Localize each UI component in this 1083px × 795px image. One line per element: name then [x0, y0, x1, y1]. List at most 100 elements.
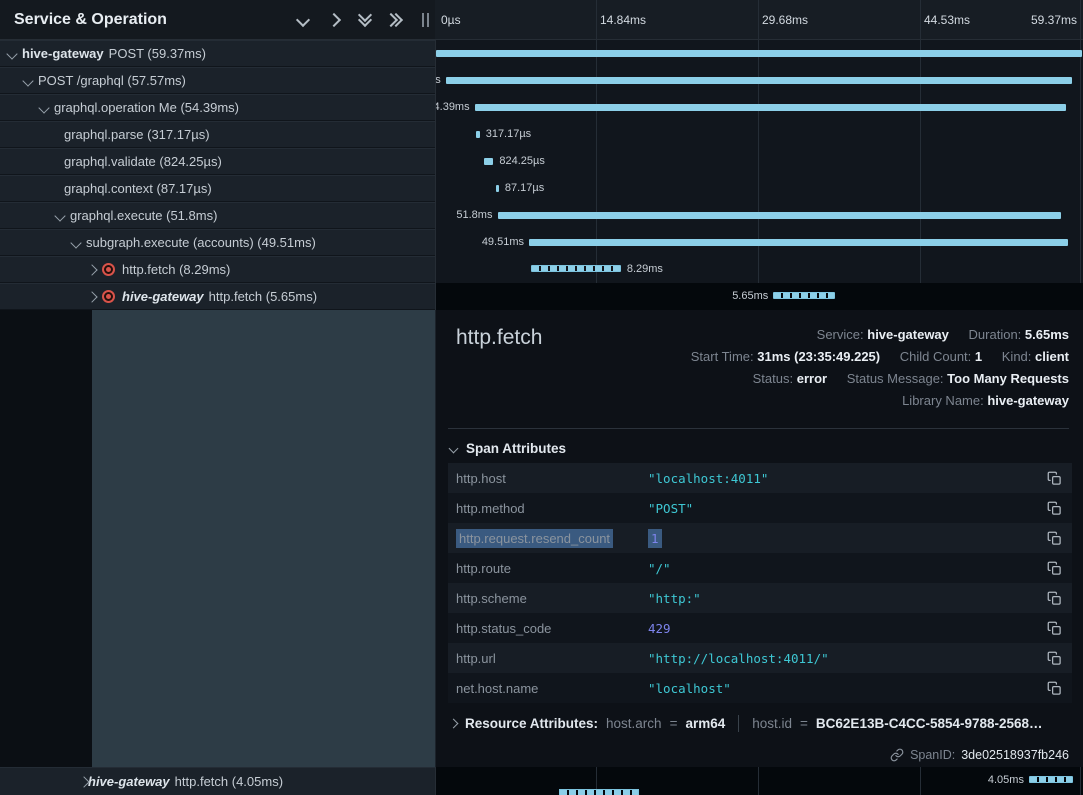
attr-value: "localhost" [648, 681, 1039, 696]
attr-key: http.route [456, 561, 648, 576]
span-id-footer: SpanID: 3de02518937fb246 [890, 748, 1069, 762]
copy-icon[interactable] [1047, 651, 1062, 666]
meta-value: 31ms (23:35:49.225) [757, 349, 880, 364]
attr-row: http.status_code 429 [448, 613, 1072, 643]
tree-row-http-fetch-5ms-selected[interactable]: hive-gateway http.fetch (5.65ms) [0, 283, 435, 310]
timeline-ruler: 0µs 14.84ms 29.68ms 44.53ms 59.37ms [435, 0, 1083, 40]
tree-toolbar [298, 13, 429, 27]
attr-key: http.host [456, 471, 648, 486]
chevron-down-icon[interactable] [54, 210, 65, 221]
tree-row-http-fetch-4ms[interactable]: hive-gateway http.fetch (4.05ms) [0, 767, 435, 795]
tree-row-post-graphql[interactable]: POST /graphql (57.57ms) [0, 67, 435, 94]
timeline-row-bottom: 4.05ms [435, 767, 1083, 795]
resource-attr-value: BC62E13B-C4CC-5854-9788-2568… [816, 716, 1043, 731]
span-bar[interactable] [436, 50, 1082, 57]
resource-attributes-row[interactable]: Resource Attributes: host.arch = arm64 h… [450, 715, 1070, 732]
chevron-right-icon[interactable] [86, 291, 97, 302]
service-name: hive-gateway [22, 46, 104, 61]
span-title: http.fetch [456, 326, 542, 350]
tree-row-graphql-operation[interactable]: graphql.operation Me (54.39ms) [0, 94, 435, 121]
collapse-one-icon[interactable] [296, 12, 310, 26]
gridline [920, 767, 921, 795]
duration-label: 824.25µs [499, 155, 544, 167]
operation-name: POST (59.37ms) [109, 46, 206, 61]
span-attributes-header[interactable]: Span Attributes [450, 441, 566, 456]
tree-row-hive-gateway-post[interactable]: hive-gateway POST (59.37ms) [0, 40, 435, 67]
attr-value: 429 [648, 621, 1039, 636]
span-bar[interactable] [476, 131, 479, 138]
ruler-tick: 14.84ms [600, 13, 646, 27]
attr-value: 1 [648, 531, 1039, 546]
meta-label: Kind: [1002, 349, 1032, 364]
chevron-down-icon[interactable] [22, 75, 33, 86]
timeline-row: 8.29ms [436, 256, 1083, 283]
meta-label: Status Message: [847, 371, 944, 386]
attr-key: net.host.name [456, 681, 648, 696]
attr-key: http.status_code [456, 621, 648, 636]
copy-icon[interactable] [1047, 501, 1062, 516]
link-icon[interactable] [890, 748, 904, 762]
meta-label: Status: [753, 371, 793, 386]
timeline-row: 51.8ms [436, 202, 1083, 229]
copy-icon[interactable] [1047, 531, 1062, 546]
gridline [920, 0, 921, 39]
gridline [1080, 767, 1081, 795]
meta-value: 1 [975, 349, 982, 364]
copy-icon[interactable] [1047, 621, 1062, 636]
tree-row-graphql-context[interactable]: graphql.context (87.17µs) [0, 175, 435, 202]
copy-icon[interactable] [1047, 561, 1062, 576]
partial-span-bar [559, 789, 639, 795]
span-bar[interactable] [484, 158, 493, 165]
gridline [1080, 0, 1081, 39]
tree-row-graphql-validate[interactable]: graphql.validate (824.25µs) [0, 148, 435, 175]
timeline-bars: 57.57ms 54.39ms 317.17µs 824.25µs 87.17µ… [435, 40, 1083, 310]
span-bar[interactable] [529, 239, 1068, 246]
expand-one-icon[interactable] [327, 12, 341, 26]
span-id-value: 3de02518937fb246 [961, 748, 1069, 762]
copy-icon[interactable] [1047, 591, 1062, 606]
collapse-all-icon[interactable] [360, 15, 370, 25]
span-bar[interactable] [1029, 776, 1073, 783]
tree-row-graphql-execute[interactable]: graphql.execute (51.8ms) [0, 202, 435, 229]
operation-name: graphql.execute (51.8ms) [70, 208, 217, 223]
duration-label: 87.17µs [505, 182, 544, 194]
trace-viewer: Service & Operation 0µs 14.84ms 29.68ms … [0, 0, 1083, 795]
attr-key: http.method [456, 501, 648, 516]
span-bar[interactable] [446, 77, 1072, 84]
panel-resize-handle[interactable] [422, 13, 429, 27]
attr-key: http.url [456, 651, 648, 666]
chevron-down-icon[interactable] [6, 48, 17, 59]
gridline [758, 0, 759, 39]
chevron-right-icon[interactable] [86, 264, 97, 275]
meta-value: Too Many Requests [947, 371, 1069, 386]
attr-value: "/" [648, 561, 1039, 576]
attr-row: http.host "localhost:4011" [448, 463, 1072, 493]
expand-all-icon[interactable] [391, 15, 401, 25]
meta-label: Child Count: [900, 349, 972, 364]
chevron-right-icon [450, 719, 458, 729]
span-bar[interactable] [496, 185, 499, 192]
meta-value: hive-gateway [987, 393, 1069, 408]
resource-attr-value: arm64 [685, 716, 725, 731]
tree-row-http-fetch-8ms[interactable]: http.fetch (8.29ms) [0, 256, 435, 283]
meta-value: hive-gateway [867, 327, 949, 342]
span-bar[interactable] [773, 292, 835, 299]
span-bar[interactable] [531, 265, 621, 272]
copy-icon[interactable] [1047, 471, 1062, 486]
chevron-down-icon[interactable] [38, 102, 49, 113]
tree-lower-area [0, 310, 435, 767]
tree-row-subgraph-execute[interactable]: subgraph.execute (accounts) (49.51ms) [0, 229, 435, 256]
operation-name: POST /graphql (57.57ms) [38, 73, 186, 88]
tree-row-graphql-parse[interactable]: graphql.parse (317.17µs) [0, 121, 435, 148]
span-attributes-title: Span Attributes [466, 441, 566, 456]
copy-icon[interactable] [1047, 681, 1062, 696]
operation-name: http.fetch (5.65ms) [209, 289, 317, 304]
span-bar[interactable] [475, 104, 1067, 111]
span-bar[interactable] [498, 212, 1062, 219]
attr-value: "localhost:4011" [648, 471, 1039, 486]
ruler-tick: 0µs [441, 13, 461, 27]
resource-attr-key: host.arch [606, 716, 662, 731]
chevron-down-icon[interactable] [70, 237, 81, 248]
duration-label: 4.05ms [988, 774, 1024, 786]
span-detail-panel: http.fetch Service: hive-gateway Duratio… [435, 310, 1083, 767]
